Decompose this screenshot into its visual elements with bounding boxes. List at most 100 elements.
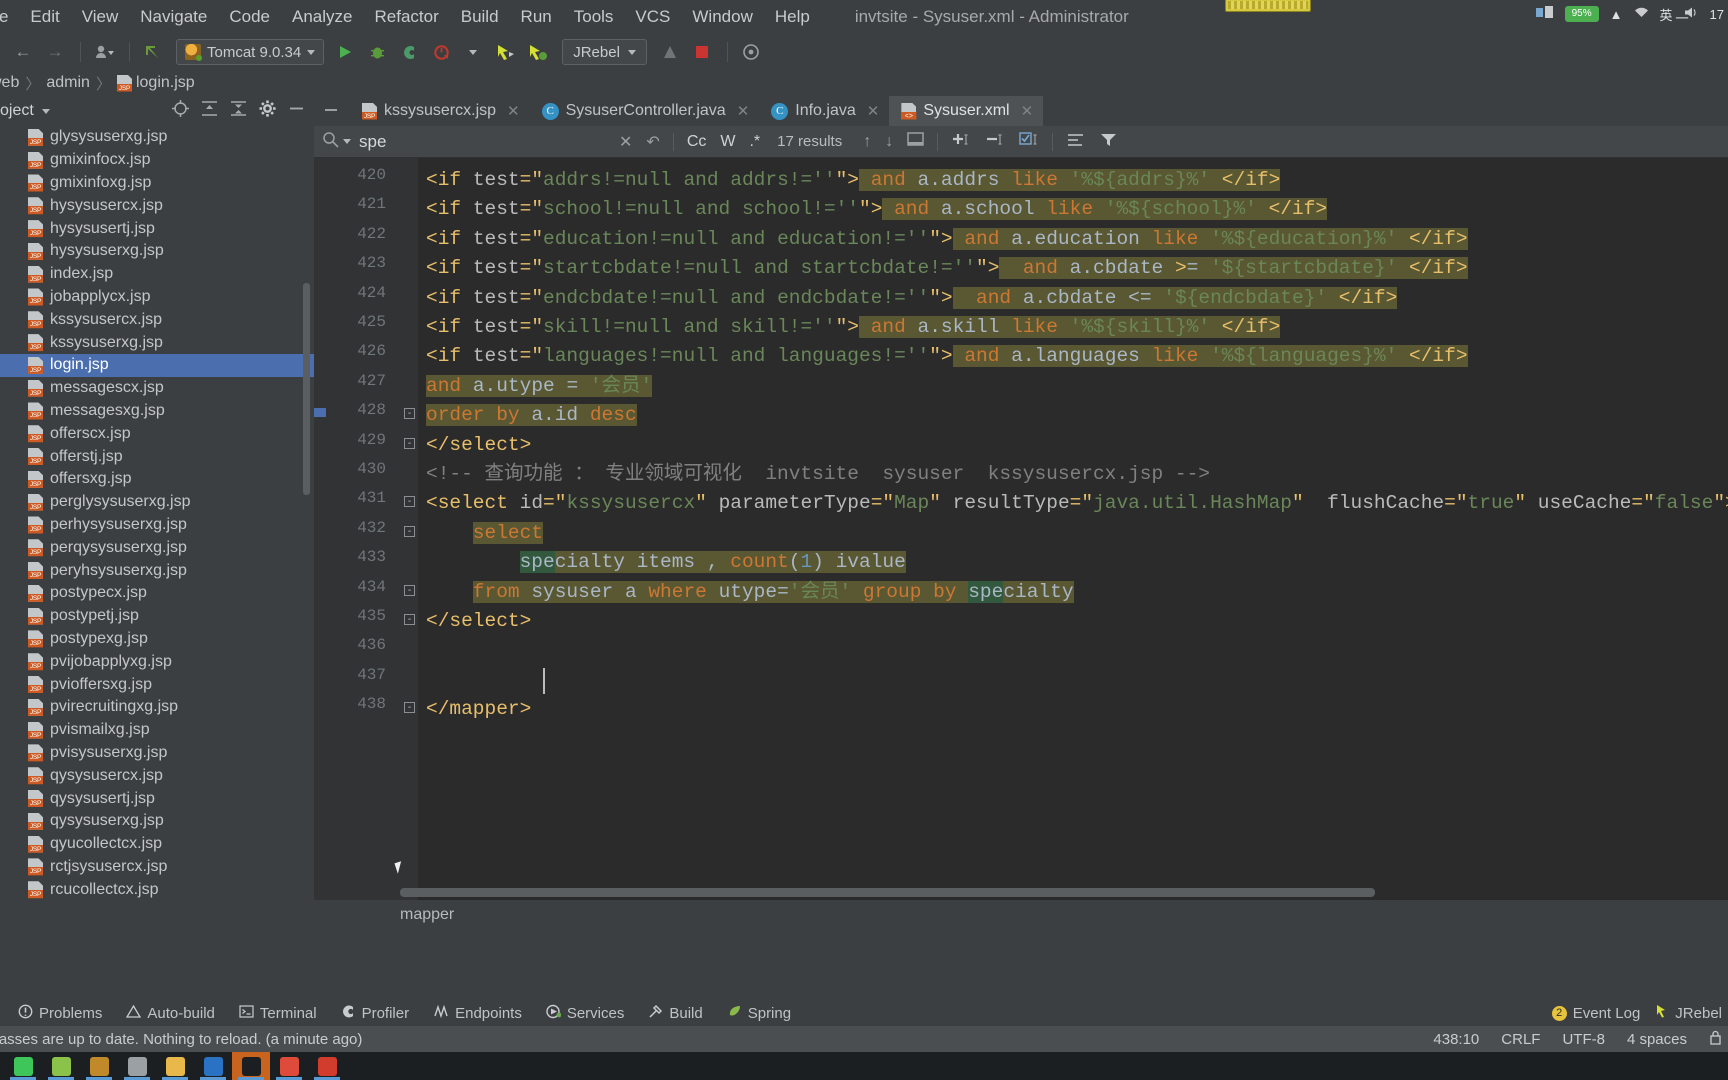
menu-item-analyze[interactable]: Analyze <box>281 0 363 34</box>
tree-file-item[interactable]: glysysuserxg.jsp <box>0 126 314 149</box>
code-line[interactable] <box>418 666 426 695</box>
breadcrumb-item-admin[interactable]: admin <box>46 74 90 92</box>
code-line[interactable]: <if test="startcbdate!=null and startcbd… <box>418 254 1468 283</box>
taskbar-chrome-icon[interactable] <box>270 1052 308 1080</box>
tool-window-button-terminal[interactable]: Terminal <box>227 1004 329 1023</box>
debug-bug-icon[interactable] <box>362 38 392 66</box>
menu-item-vcs[interactable]: VCS <box>624 0 681 34</box>
run-with-coverage-icon[interactable] <box>394 38 424 66</box>
jrebel-debug-icon[interactable] <box>522 38 552 66</box>
file-encoding[interactable]: UTF-8 <box>1562 1031 1605 1048</box>
editor-horizontal-scrollbar[interactable] <box>400 888 1375 897</box>
tree-file-item[interactable]: pvisysuserxg.jsp <box>0 742 314 765</box>
tree-file-item[interactable]: qyucollectcx.jsp <box>0 833 314 856</box>
code-line[interactable]: </mapper> <box>418 695 531 724</box>
select-occurrences-icon[interactable] <box>1012 131 1046 153</box>
code-line[interactable]: <if test="school!=null and school!=''"> … <box>418 195 1328 224</box>
tree-file-item[interactable]: perhysysuserxg.jsp <box>0 514 314 537</box>
tree-file-item[interactable]: jobapplycx.jsp <box>0 286 314 309</box>
run-configuration-selector[interactable]: Tomcat 9.0.34 <box>176 39 325 65</box>
tool-window-button-auto-build[interactable]: Auto-build <box>114 1004 227 1023</box>
regex-toggle[interactable]: .* <box>742 133 767 151</box>
code-line[interactable]: from sysuser a where utype='会员' group by… <box>418 578 1074 607</box>
tree-file-item[interactable]: pvirecruitingxg.jsp <box>0 696 314 719</box>
network-icon[interactable] <box>1634 6 1649 22</box>
close-tab-icon[interactable]: ✕ <box>737 102 750 120</box>
menu-item-navigate[interactable]: Navigate <box>129 0 218 34</box>
taskbar-pdf-reader-icon[interactable] <box>308 1052 346 1080</box>
tree-file-item[interactable]: pvioffersxg.jsp <box>0 673 314 696</box>
code-line[interactable]: <if test="endcbdate!=null and endcbdate!… <box>418 284 1398 313</box>
filter-icon[interactable] <box>1092 131 1125 153</box>
close-tab-icon[interactable]: ✕ <box>507 102 520 120</box>
tree-file-item[interactable]: hysysusercx.jsp <box>0 194 314 217</box>
profile-dropdown-chevron-icon[interactable] <box>458 38 488 66</box>
breadcrumb-mapper-label[interactable]: mapper <box>400 906 454 924</box>
code-line[interactable]: <if test="skill!=null and skill!=''"> an… <box>418 313 1281 342</box>
code-line[interactable]: select <box>418 519 544 548</box>
arrow-up-icon[interactable]: ↑ <box>856 133 878 151</box>
locate-icon[interactable] <box>171 99 190 123</box>
tree-file-item[interactable]: peryhsysuserxg.jsp <box>0 559 314 582</box>
editor-tab[interactable]: C SysuserController.java ✕ <box>530 96 760 126</box>
hide-panel-icon[interactable] <box>287 99 306 123</box>
tool-window-button-problems[interactable]: Problems <box>6 1004 114 1023</box>
code-line[interactable]: </select> <box>418 431 531 460</box>
code-fold-toggle[interactable]: - <box>404 437 415 449</box>
editor-tab[interactable]: Sysuser.xml ✕ <box>889 96 1044 126</box>
menu-item-view[interactable]: View <box>71 0 130 34</box>
code-fold-toggle[interactable]: - <box>404 408 415 420</box>
tree-file-item[interactable]: postypetj.jsp <box>0 605 314 628</box>
revert-arrow-icon[interactable] <box>138 38 168 66</box>
menu-item-run[interactable]: Run <box>510 0 563 34</box>
forward-arrow-icon[interactable]: → <box>40 38 70 66</box>
hide-editor-icon[interactable] <box>314 96 348 124</box>
code-line[interactable]: <!-- 查询功能 ： 专业领域可视化 invtsite sysuser kss… <box>418 460 1210 489</box>
collapse-all-icon[interactable] <box>229 99 248 123</box>
editor-code-area[interactable]: <if test="addrs!=null and addrs!=''"> an… <box>418 158 1728 900</box>
taskbar-qq-browser-icon[interactable] <box>42 1052 80 1080</box>
code-line[interactable]: order by a.id desc <box>418 401 637 430</box>
run-play-icon[interactable] <box>330 38 360 66</box>
code-line[interactable]: and a.utype = '会员' <box>418 372 653 401</box>
tree-file-item[interactable]: offersxg.jsp <box>0 468 314 491</box>
code-line[interactable]: specialty items , count(1) ivalue <box>418 548 906 577</box>
tree-file-item[interactable]: postypexg.jsp <box>0 628 314 651</box>
tree-file-item[interactable]: pvismailxg.jsp <box>0 719 314 742</box>
close-tab-icon[interactable]: ✕ <box>1021 102 1034 120</box>
jrebel-status-button[interactable]: JRebel <box>1656 1004 1722 1022</box>
tree-file-item[interactable]: offerscx.jsp <box>0 422 314 445</box>
project-tree-scrollbar[interactable] <box>303 283 310 495</box>
editor-fold-gutter[interactable]: - - - - - - - <box>400 158 418 900</box>
breadcrumb-item-web[interactable]: web <box>0 74 19 92</box>
clock[interactable]: 17 <box>1710 7 1724 22</box>
code-fold-toggle[interactable]: - <box>404 702 415 714</box>
editor-tab[interactable]: kssysusercx.jsp ✕ <box>350 96 530 126</box>
tree-file-item[interactable]: kssysuserxg.jsp <box>0 331 314 354</box>
stop-square-icon[interactable] <box>687 38 717 66</box>
tree-file-item[interactable]: rctjsysusercx.jsp <box>0 856 314 879</box>
project-panel-title[interactable]: Project <box>0 102 34 120</box>
user-profile-icon[interactable] <box>89 38 119 66</box>
tree-file-item[interactable]: hysysuserxg.jsp <box>0 240 314 263</box>
search-input[interactable]: spe <box>322 131 612 152</box>
tree-file-item[interactable]: gmixinfocx.jsp <box>0 149 314 172</box>
back-arrow-icon[interactable]: ← <box>8 38 38 66</box>
menu-item-refactor[interactable]: Refactor <box>363 0 449 34</box>
menu-item-file[interactable]: File <box>0 0 19 34</box>
tray-icons-group[interactable] <box>1535 5 1554 23</box>
jrebel-selector[interactable]: JRebel <box>562 39 647 65</box>
tool-window-button-services[interactable]: Services <box>534 1004 637 1023</box>
tree-file-item[interactable]: login.jsp <box>0 353 314 377</box>
tree-file-item[interactable]: messagescx.jsp <box>0 377 314 400</box>
tree-file-item[interactable]: qysysuserxg.jsp <box>0 810 314 833</box>
code-fold-toggle[interactable]: - <box>404 614 415 625</box>
expand-all-icon[interactable] <box>200 99 219 123</box>
code-fold-toggle[interactable]: - <box>404 584 415 596</box>
breadcrumb-item-file[interactable]: login.jsp <box>136 74 195 92</box>
update-application-icon[interactable] <box>655 38 685 66</box>
taskbar-firefox-icon[interactable] <box>80 1052 118 1080</box>
line-separator[interactable]: CRLF <box>1501 1031 1540 1048</box>
tool-window-button-endpoints[interactable]: Endpoints <box>421 1004 534 1023</box>
menu-item-tools[interactable]: Tools <box>563 0 625 34</box>
